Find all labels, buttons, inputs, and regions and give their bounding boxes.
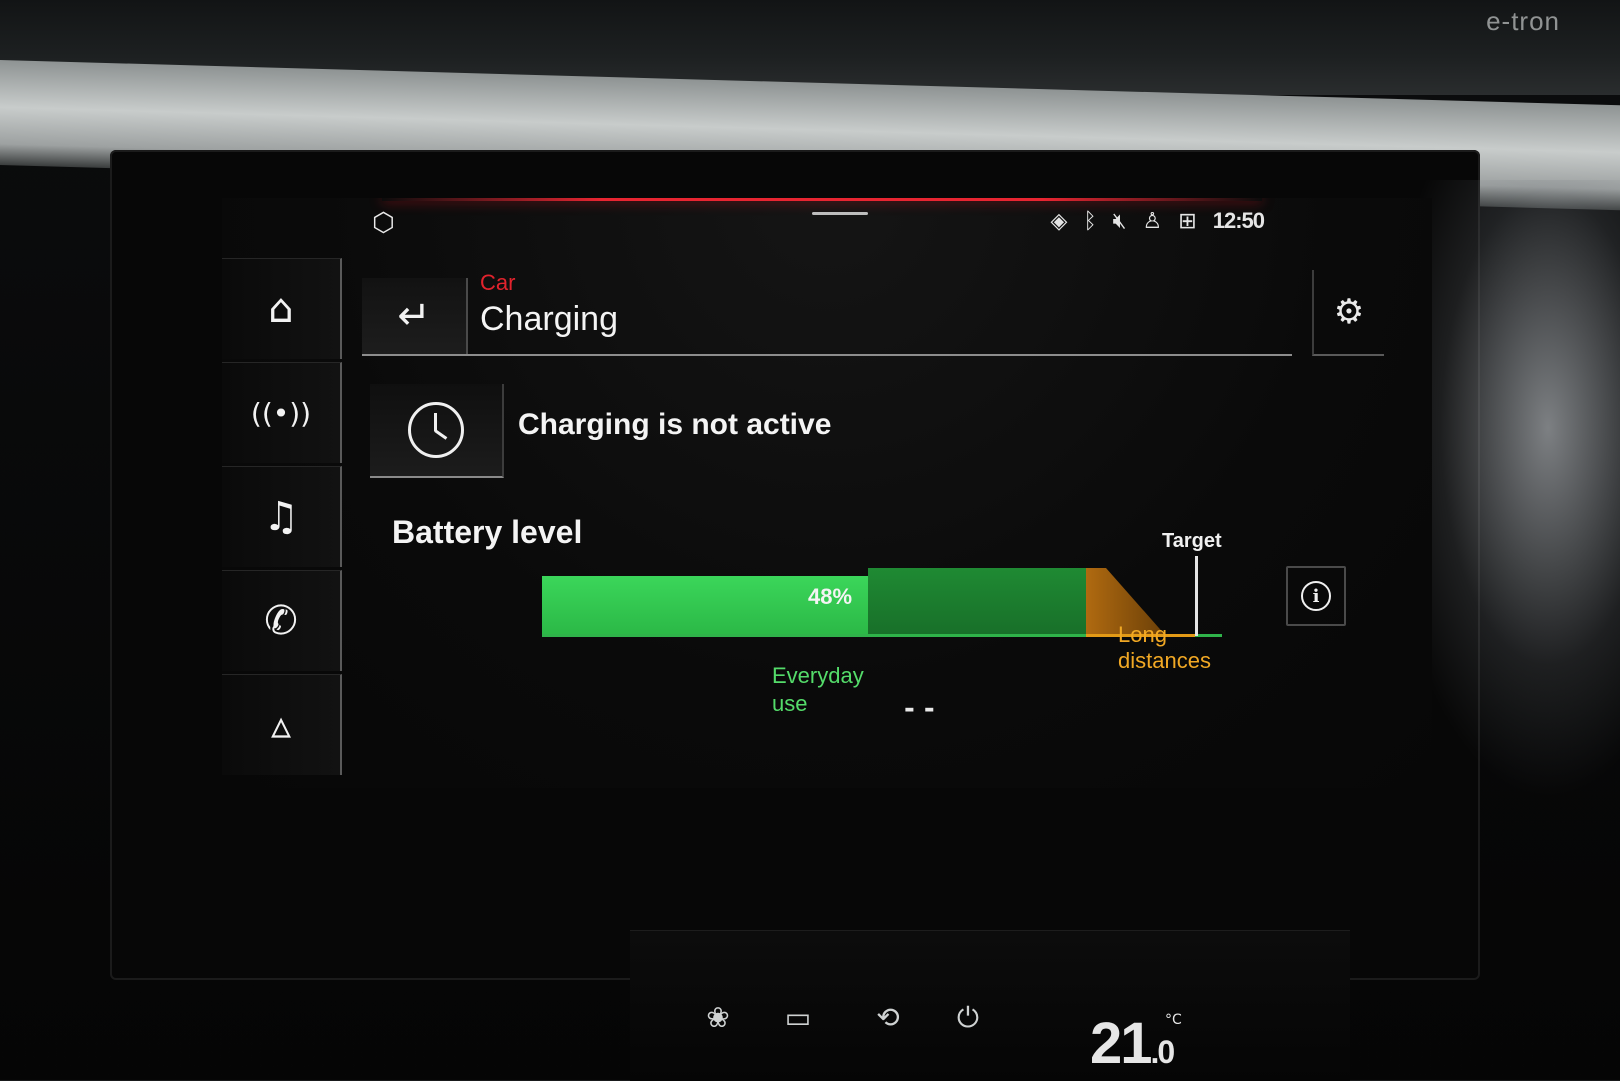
navigation-warning-icon: ◈ — [1050, 208, 1068, 234]
user-icon: ♙ — [1142, 208, 1163, 234]
legend-everyday-use: Everyday use — [772, 663, 864, 716]
range-value: - - — [904, 694, 935, 724]
battery-percent: 48% — [808, 584, 853, 609]
breadcrumb[interactable]: Car — [480, 270, 515, 296]
charging-status: Charging is not active — [518, 408, 832, 441]
recirculation-icon[interactable]: ⟲ — [860, 1000, 916, 1036]
sidebar: ⌂ ((•)) ♫ ✆ ▵ — [222, 258, 342, 778]
page-title: Charging — [480, 300, 618, 338]
gear-icon: ⚙ — [1333, 292, 1365, 332]
sidebar-item-radio[interactable]: ((•)) — [222, 362, 342, 463]
home-icon: ⌂ — [268, 286, 294, 332]
everyday-range-segment — [868, 568, 1086, 636]
clock-icon — [408, 402, 464, 458]
sidebar-item-navigation[interactable]: ▵ — [222, 674, 342, 775]
signal-icon: ⊞ — [1178, 208, 1197, 234]
radio-icon: ((•)) — [250, 396, 312, 430]
page-header: ↵ Car Charging — [362, 270, 1292, 356]
rear-defrost-icon[interactable]: ▭ — [770, 1000, 826, 1036]
back-button[interactable]: ↵ — [362, 278, 468, 354]
settings-button[interactable]: ⚙ — [1312, 270, 1384, 356]
sidebar-item-phone[interactable]: ✆ — [222, 570, 342, 671]
battery-level-bar[interactable]: 48% Target Everyday use Long distances -… — [542, 530, 1262, 724]
climate-power-icon[interactable]: ⏻ — [940, 1000, 996, 1036]
info-icon: i — [1301, 581, 1331, 611]
temperature-readout: 21.0 — [1090, 1010, 1176, 1077]
box-icon[interactable]: ⬡ — [372, 208, 395, 238]
sidebar-item-media[interactable]: ♫ — [222, 466, 342, 567]
bluetooth-icon: ᛒ — [1083, 208, 1097, 234]
sidebar-item-home[interactable]: ⌂ — [222, 258, 342, 359]
infotainment-screen: ⬡ ◈ ᛒ 🔇︎ ♙ ⊞ 12:50 ⌂ ((•)) ♫ ✆ ▵ ↵ Car C… — [222, 198, 1432, 788]
temperature-unit: °C — [1165, 1012, 1182, 1028]
clock: 12:50 — [1212, 208, 1265, 233]
info-button[interactable]: i — [1286, 566, 1346, 626]
charging-timer-button[interactable] — [370, 384, 504, 478]
legend-long-distances: Long distances — [1118, 622, 1211, 673]
target-label: Target — [1162, 530, 1222, 552]
mute-icon: 🔇︎ — [1112, 208, 1127, 234]
pull-down-handle[interactable] — [812, 212, 868, 215]
defrost-icon[interactable]: ❀ — [690, 1000, 746, 1036]
phone-icon: ✆ — [264, 598, 298, 644]
back-arrow-icon: ↵ — [397, 293, 431, 339]
accent-line — [382, 198, 1262, 201]
status-bar: ◈ ᛒ 🔇︎ ♙ ⊞ 12:50 — [1050, 208, 1265, 234]
brand-badge: e-tron — [1486, 6, 1560, 36]
temperature-value: 21 — [1090, 1011, 1152, 1076]
music-icon: ♫ — [263, 494, 299, 540]
navigation-icon: ▵ — [270, 702, 292, 748]
temperature-decimal: .0 — [1150, 1034, 1176, 1070]
